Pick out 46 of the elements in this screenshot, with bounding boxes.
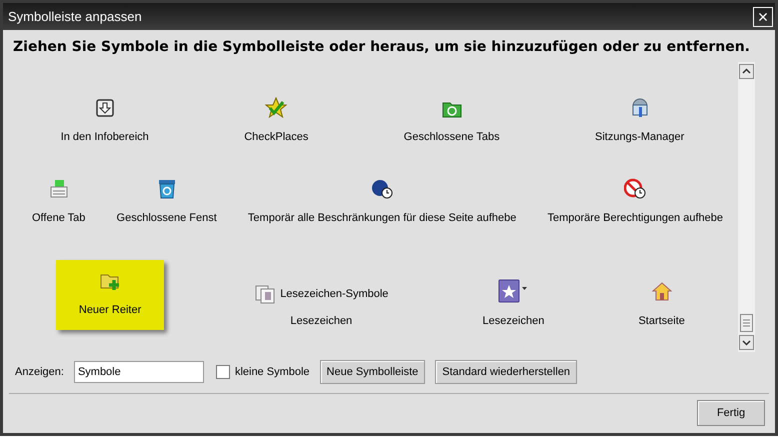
blocked-clock-icon — [624, 178, 646, 200]
toolbar-item[interactable]: Sitzungs-Manager — [591, 96, 688, 145]
small-icons-label: kleine Symbole — [234, 364, 310, 380]
item-label: Geschlossene Fenst — [116, 211, 217, 226]
item-label: Neuer Reiter — [78, 303, 142, 318]
item-label: Temporäre Berechtigungen aufhebe — [547, 211, 723, 226]
close-button[interactable]: × — [753, 6, 773, 26]
show-label: Anzeigen: — [15, 364, 64, 380]
item-label: Geschlossene Tabs — [404, 130, 500, 144]
toolbar-action-button[interactable]: Standard wiederherstellen — [435, 360, 578, 384]
scroll-thumb-icon[interactable] — [740, 314, 753, 332]
highlighted-toolbar-item[interactable]: Neuer Reiter — [56, 260, 164, 330]
item-label: Temporär alle Beschränkungen für diese Seite aufhebe — [248, 211, 516, 226]
toolbar-item[interactable]: Startseite — [634, 281, 689, 330]
toolbar-action-button[interactable]: Neue Symbolleiste — [320, 360, 426, 384]
window-title: Symbolleiste anpassen — [8, 8, 142, 26]
bookmarks-icon — [254, 283, 276, 305]
item-label: Startseite — [638, 314, 685, 329]
tabs-list-icon — [48, 178, 70, 200]
item-label: CheckPlaces — [244, 130, 308, 144]
toolbar-item[interactable]: CheckPlaces — [240, 96, 312, 145]
scroll-down-icon[interactable] — [739, 335, 754, 350]
toolbar-item[interactable]: Geschlossene Tabs — [400, 96, 504, 145]
toolbar-item[interactable]: Lesezeichen — [478, 279, 548, 330]
toolbar-item[interactable]: In den Infobereich — [56, 96, 153, 145]
toolbar-item[interactable]: Geschlossene Fenst — [112, 178, 221, 226]
toolbar-item[interactable]: Temporäre Berechtigungen aufhebe — [543, 178, 727, 226]
scrollbar[interactable] — [738, 62, 755, 352]
home-icon — [650, 281, 673, 303]
star-check-icon — [265, 96, 288, 118]
toolbar-item[interactable]: Temporär alle Beschränkungen für diese Seite aufhebe — [244, 178, 520, 226]
bookmark-star-icon — [498, 279, 528, 303]
small-icons-checkbox[interactable] — [216, 365, 230, 379]
toolbar-item[interactable]: Lesezeichen-Symbole Lesezeichen — [250, 283, 392, 330]
item-label: Lesezeichen-Symbole — [280, 286, 388, 302]
show-field[interactable]: Symbole — [74, 361, 204, 383]
scroll-up-icon[interactable] — [739, 64, 754, 79]
item-label: In den Infobereich — [60, 130, 149, 144]
item-label: Sitzungs-Manager — [595, 130, 684, 144]
item-label: Lesezeichen — [290, 314, 352, 329]
item-label: Lesezeichen — [482, 314, 544, 329]
download-box-icon — [94, 96, 116, 118]
item-label: Offene Tab — [32, 211, 86, 226]
toolbar-item[interactable]: Offene Tab — [28, 178, 90, 226]
instruction-text: Ziehen Sie Symbole in die Symbolleiste oder heraus, um sie hinzuzufügen oder zu entfernen. — [12, 38, 751, 56]
done-button[interactable]: Fertig — [697, 400, 765, 426]
